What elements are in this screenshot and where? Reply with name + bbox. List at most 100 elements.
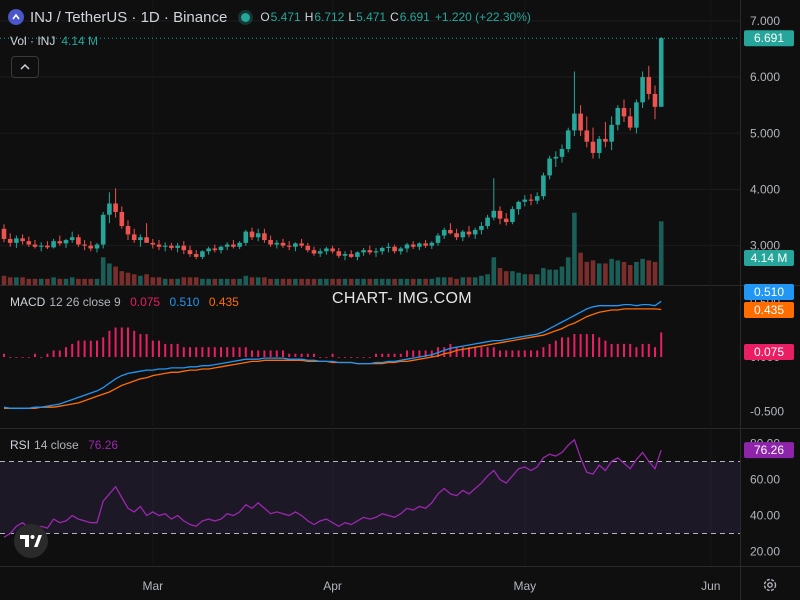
macd-histogram-bar <box>542 347 545 357</box>
macd-histogram-bar <box>623 343 625 357</box>
rsi-label[interactable]: RSI <box>10 438 30 452</box>
volume-bar <box>293 278 298 285</box>
volume-bar <box>609 258 614 285</box>
volume-bar <box>131 274 137 285</box>
macd-histogram-bar <box>641 343 644 357</box>
macd-line-value: 0.510 <box>169 295 200 309</box>
candle-body <box>20 238 25 242</box>
volume-bar <box>336 278 342 285</box>
candle-body <box>386 246 391 248</box>
candle-body <box>510 209 515 223</box>
candle-body <box>634 102 639 128</box>
volume-bar <box>45 278 50 285</box>
candle-body <box>578 113 583 131</box>
candle-body <box>621 107 627 117</box>
candle-body <box>330 248 335 252</box>
tradingview-logo-icon[interactable] <box>14 524 48 558</box>
settings-gear-icon[interactable] <box>762 577 778 598</box>
macd-histogram-bar <box>443 347 446 357</box>
macd-histogram-bar <box>15 357 18 358</box>
macd-histogram-bar <box>114 327 117 357</box>
candle-body <box>479 225 484 230</box>
rsi-params: 14 close <box>34 438 79 452</box>
macd-histogram-bar <box>77 340 80 357</box>
macd-histogram-bar <box>251 350 253 357</box>
volume-bar <box>417 278 422 285</box>
volume-bar <box>541 268 546 285</box>
volume-bar <box>522 274 528 285</box>
candle-body <box>658 38 664 107</box>
volume-bar <box>20 277 25 285</box>
volume-bar <box>503 271 509 285</box>
candle-body <box>243 231 249 243</box>
candle-body <box>565 130 571 149</box>
candle-body <box>94 244 100 249</box>
candle-body <box>63 240 69 244</box>
volume-bar <box>348 278 354 285</box>
volume-bar <box>218 278 224 285</box>
volume-bar <box>640 258 645 285</box>
volume-bar <box>361 278 366 285</box>
candle-body <box>1 228 7 239</box>
macd-tick-label: -0.500 <box>750 405 784 419</box>
volume-bar <box>7 277 13 285</box>
volume-bar <box>1 275 7 285</box>
macd-histogram-bar <box>654 347 656 357</box>
macd-histogram-bar <box>629 343 632 357</box>
volume-bar <box>621 261 627 285</box>
macd-histogram-bar <box>375 353 377 357</box>
candle-body <box>206 248 211 252</box>
macd-histogram-bar <box>83 340 86 357</box>
price-tick-label: 4.000 <box>750 182 780 196</box>
candle-body <box>100 214 106 245</box>
macd-label[interactable]: MACD <box>10 295 45 309</box>
candle-body <box>348 254 354 257</box>
candle-body <box>255 233 261 238</box>
macd-histogram-bar <box>127 327 129 357</box>
macd-histogram-bar <box>58 350 61 357</box>
macd-badge-label: 0.510 <box>754 285 784 299</box>
macd-histogram-bar <box>27 357 30 358</box>
candle-body <box>107 203 112 215</box>
macd-histogram-bar <box>499 350 501 357</box>
candle-body <box>131 234 137 241</box>
candle-body <box>603 138 608 142</box>
macd-histogram-bar <box>387 353 390 357</box>
collapse-legend-button[interactable] <box>11 56 39 78</box>
rsi-tick-label: 40.00 <box>750 509 780 523</box>
last-price-label: 6.691 <box>754 31 784 45</box>
macd-histogram-bar <box>604 340 607 357</box>
volume-bar <box>603 263 608 285</box>
volume-bar <box>14 277 19 285</box>
candle-body <box>324 248 329 252</box>
macd-histogram-bar <box>406 350 408 357</box>
candle-body <box>410 244 416 247</box>
volume-bar <box>373 278 379 285</box>
candle-body <box>305 245 311 251</box>
volume-bar <box>553 269 559 285</box>
candle-body <box>7 238 13 243</box>
market-status-icon <box>241 12 251 22</box>
candle-body <box>224 244 230 247</box>
macd-histogram-bar <box>313 353 315 357</box>
volume-bar <box>590 260 596 285</box>
symbol-title[interactable]: INJ / TetherUS · 1D · Binance <box>30 9 227 26</box>
macd-histogram-bar <box>207 347 210 357</box>
macd-histogram-bar <box>344 357 346 358</box>
macd-histogram-bar <box>325 357 328 358</box>
candle-body <box>590 141 596 153</box>
volume-bar <box>423 278 428 285</box>
volume-bar <box>286 278 292 285</box>
rsi-tick-label: 60.00 <box>750 472 780 486</box>
macd-histogram-bar <box>288 353 291 357</box>
volume-bar <box>386 278 391 285</box>
rsi-value: 76.26 <box>88 438 119 452</box>
volume-bar <box>212 278 218 285</box>
macd-histogram-bar <box>257 350 260 357</box>
macd-histogram-bar <box>102 337 105 357</box>
macd-histogram-bar <box>554 340 557 357</box>
macd-histogram-bar <box>269 350 272 357</box>
candle-body <box>175 245 180 248</box>
macd-histogram-bar <box>182 347 185 357</box>
volume-bar <box>466 277 472 285</box>
